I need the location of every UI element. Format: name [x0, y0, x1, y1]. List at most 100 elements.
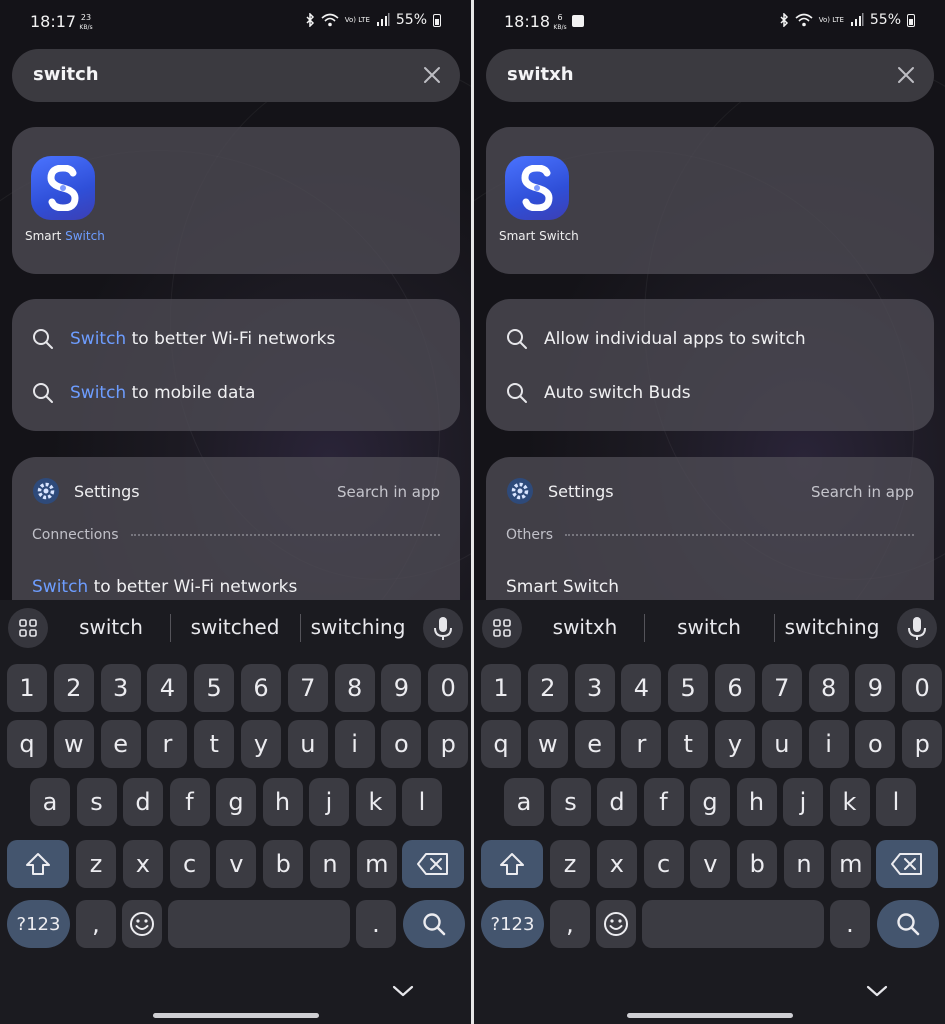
key-4[interactable]: 4	[147, 664, 188, 712]
smart-switch-app-icon[interactable]	[505, 156, 569, 220]
key-k[interactable]: k	[355, 778, 396, 826]
key-7[interactable]: 7	[287, 664, 328, 712]
key-v[interactable]: v	[690, 840, 731, 888]
key-m[interactable]: m	[356, 840, 397, 888]
key-c[interactable]: c	[169, 840, 210, 888]
key-j[interactable]: j	[309, 778, 349, 826]
prediction-word[interactable]: switxh	[530, 615, 640, 639]
space-key[interactable]	[168, 900, 350, 948]
key-2[interactable]: 2	[53, 664, 94, 712]
key-e[interactable]: e	[574, 720, 615, 768]
key-j[interactable]: j	[783, 778, 823, 826]
mic-icon[interactable]	[423, 608, 463, 648]
key-a[interactable]: a	[504, 778, 544, 826]
key-l[interactable]: l	[876, 778, 916, 826]
space-key[interactable]	[642, 900, 824, 948]
key-e[interactable]: e	[100, 720, 141, 768]
key-w[interactable]: w	[53, 720, 94, 768]
chevron-down-icon[interactable]	[392, 984, 414, 998]
key-x[interactable]: x	[596, 840, 637, 888]
key-b[interactable]: b	[737, 840, 778, 888]
prediction-word[interactable]: switched	[176, 615, 294, 639]
key-y[interactable]: y	[241, 720, 281, 768]
search-in-app-link[interactable]: Search in app	[337, 483, 440, 501]
home-indicator[interactable]	[627, 1013, 793, 1018]
key-m[interactable]: m	[830, 840, 871, 888]
key-g[interactable]: g	[216, 778, 256, 826]
key-8[interactable]: 8	[334, 664, 375, 712]
key-z[interactable]: z	[76, 840, 116, 888]
period-key[interactable]: .	[830, 900, 870, 948]
key-l[interactable]: l	[402, 778, 442, 826]
symbols-key[interactable]: ?123	[7, 900, 70, 948]
key-4[interactable]: 4	[621, 664, 662, 712]
key-t[interactable]: t	[668, 720, 709, 768]
key-2[interactable]: 2	[527, 664, 568, 712]
comma-key[interactable]: ,	[76, 900, 116, 948]
backspace-key[interactable]	[402, 840, 464, 888]
key-n[interactable]: n	[784, 840, 824, 888]
key-5[interactable]: 5	[668, 664, 709, 712]
key-0[interactable]: 0	[902, 664, 943, 712]
clear-icon[interactable]	[420, 63, 444, 87]
key-3[interactable]: 3	[100, 664, 141, 712]
key-o[interactable]: o	[855, 720, 896, 768]
suggestion-item[interactable]: Allow individual apps to switch	[506, 324, 806, 354]
key-a[interactable]: a	[30, 778, 70, 826]
key-o[interactable]: o	[381, 720, 422, 768]
key-5[interactable]: 5	[194, 664, 235, 712]
emoji-key[interactable]	[122, 900, 162, 948]
key-f[interactable]: f	[643, 778, 684, 826]
key-u[interactable]: u	[287, 720, 328, 768]
grid-icon[interactable]	[8, 608, 48, 648]
key-s[interactable]: s	[76, 778, 117, 826]
smart-switch-app-icon[interactable]	[31, 156, 95, 220]
settings-result-item[interactable]: Smart Switch	[506, 577, 619, 597]
key-9[interactable]: 9	[381, 664, 422, 712]
key-6[interactable]: 6	[715, 664, 755, 712]
search-bar[interactable]: switxh	[486, 49, 934, 102]
app-label-smart-switch[interactable]: Smart Switch	[499, 229, 579, 243]
prediction-word[interactable]: switch	[56, 615, 166, 639]
key-b[interactable]: b	[263, 840, 304, 888]
key-g[interactable]: g	[690, 778, 730, 826]
key-v[interactable]: v	[216, 840, 257, 888]
key-r[interactable]: r	[147, 720, 188, 768]
key-6[interactable]: 6	[241, 664, 281, 712]
key-p[interactable]: p	[428, 720, 469, 768]
key-n[interactable]: n	[310, 840, 350, 888]
key-x[interactable]: x	[122, 840, 163, 888]
prediction-word[interactable]: switch	[650, 615, 768, 639]
comma-key[interactable]: ,	[550, 900, 590, 948]
key-d[interactable]: d	[123, 778, 163, 826]
key-9[interactable]: 9	[855, 664, 896, 712]
suggestion-item[interactable]: Switch to better Wi-Fi networks	[32, 324, 335, 354]
prediction-word[interactable]: switching	[776, 615, 888, 639]
search-input[interactable]: switxh	[507, 64, 574, 85]
key-t[interactable]: t	[194, 720, 235, 768]
search-bar[interactable]: switch	[12, 49, 460, 102]
app-label-smart-switch[interactable]: Smart Switch	[25, 229, 105, 243]
key-8[interactable]: 8	[808, 664, 849, 712]
key-q[interactable]: q	[7, 720, 47, 768]
key-i[interactable]: i	[808, 720, 849, 768]
search-key[interactable]	[877, 900, 939, 948]
emoji-key[interactable]	[596, 900, 636, 948]
key-c[interactable]: c	[643, 840, 684, 888]
settings-result-item[interactable]: Switch to better Wi-Fi networks	[32, 577, 297, 597]
chevron-down-icon[interactable]	[866, 984, 888, 998]
home-indicator[interactable]	[153, 1013, 319, 1018]
prediction-word[interactable]: switching	[302, 615, 414, 639]
key-1[interactable]: 1	[481, 664, 521, 712]
key-p[interactable]: p	[902, 720, 943, 768]
key-r[interactable]: r	[621, 720, 662, 768]
shift-key[interactable]	[7, 840, 69, 888]
key-h[interactable]: h	[736, 778, 777, 826]
key-q[interactable]: q	[481, 720, 521, 768]
key-d[interactable]: d	[597, 778, 637, 826]
shift-key[interactable]	[481, 840, 543, 888]
key-7[interactable]: 7	[761, 664, 802, 712]
key-0[interactable]: 0	[428, 664, 469, 712]
search-key[interactable]	[403, 900, 465, 948]
clear-icon[interactable]	[894, 63, 918, 87]
